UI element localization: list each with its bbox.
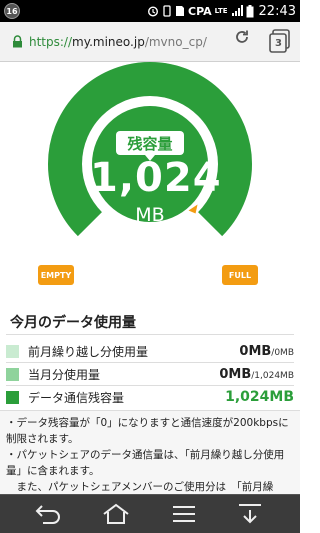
- lock-icon: [12, 33, 23, 52]
- note-item: ・データ残容量が「0」になりますと通信速度が200kbpsに制限されます。: [6, 417, 289, 445]
- full-tag: FULL: [222, 265, 258, 285]
- remaining-label: 残容量: [116, 131, 184, 161]
- remaining-value: 1,024: [90, 155, 222, 201]
- sim-icon: [175, 5, 185, 17]
- signal-icon: [231, 5, 243, 17]
- back-icon: [35, 505, 60, 524]
- empty-tag: EMPTY: [38, 265, 74, 285]
- notification-count-badge[interactable]: 16: [4, 3, 20, 19]
- usage-value: 0MB/0MB: [239, 343, 294, 359]
- usage-row-carryover: 前月繰り越し分使用量 0MB/0MB: [0, 341, 300, 361]
- tab-switcher-button[interactable]: 3: [268, 28, 292, 54]
- legend-swatch: [6, 344, 19, 358]
- vibrate-icon: [162, 5, 172, 17]
- browser-toolbar: https://my.mineo.jp/mvno_cp/ 3: [0, 22, 300, 62]
- legend-swatch: [6, 390, 19, 404]
- status-bar: 16 CPA LTE 22:43: [0, 0, 300, 22]
- chevron-down-icon: [239, 504, 261, 524]
- battery-icon: [246, 4, 254, 18]
- tab-count: 3: [275, 38, 282, 49]
- carrier-name: CPA: [188, 4, 212, 18]
- home-icon: [103, 503, 129, 524]
- reload-icon[interactable]: [234, 29, 250, 49]
- note-item: また、パケットシェアメンバーのご使用分は 「前月繰: [6, 481, 274, 493]
- legend-swatch: [6, 367, 19, 381]
- divider: [6, 362, 294, 363]
- divider: [6, 334, 294, 335]
- usage-section-title: 今月のデータ使用量: [10, 315, 136, 331]
- note-item: ・パケットシェアのデータ通信量は、「前月繰り越し分使用量」に含まれます。: [6, 449, 285, 477]
- usage-label: 当月分使用量: [28, 367, 101, 382]
- network-type: LTE: [214, 6, 228, 15]
- system-nav-bar: [0, 494, 300, 533]
- alarm-icon: [147, 5, 159, 17]
- remaining-unit: MB: [135, 204, 165, 226]
- back-button[interactable]: [28, 501, 68, 527]
- menu-button[interactable]: [164, 501, 204, 527]
- usage-value: 0MB/1,024MB: [219, 366, 294, 382]
- usage-label: 前月繰り越し分使用量: [28, 344, 149, 359]
- notes-box: ・データ残容量が「0」になりますと通信速度が200kbpsに制限されます。 ・パ…: [0, 410, 300, 494]
- home-button[interactable]: [96, 501, 136, 527]
- divider: [6, 385, 294, 386]
- usage-value: 1,024MB: [225, 389, 294, 405]
- usage-label: データ通信残容量: [28, 390, 125, 405]
- url-text[interactable]: https://my.mineo.jp/mvno_cp/: [29, 35, 207, 49]
- menu-icon: [173, 506, 195, 522]
- usage-row-remaining: データ通信残容量 1,024MB: [0, 387, 300, 407]
- clock: 22:43: [258, 3, 296, 19]
- usage-row-current: 当月分使用量 0MB/1,024MB: [0, 364, 300, 384]
- address-bar[interactable]: https://my.mineo.jp/mvno_cp/: [4, 27, 258, 57]
- hide-keyboard-button[interactable]: [230, 501, 270, 527]
